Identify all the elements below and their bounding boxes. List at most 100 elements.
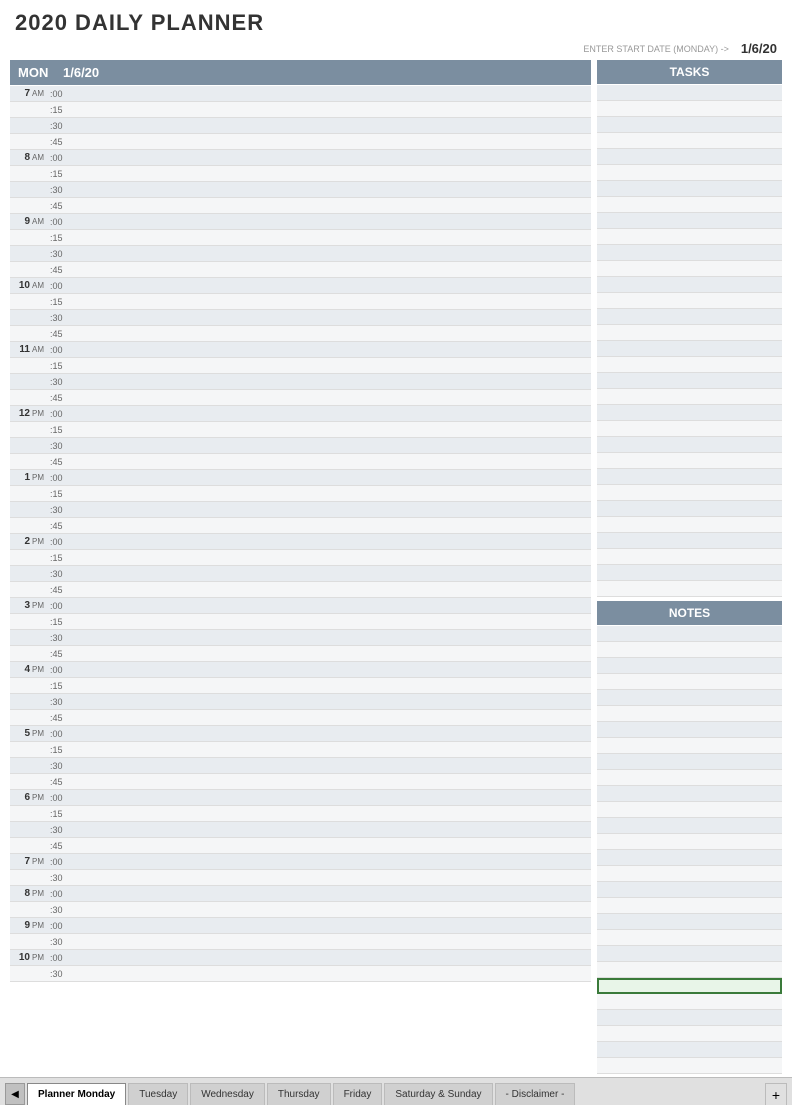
event-cell[interactable] xyxy=(72,950,591,965)
time-row[interactable]: 10AM:00 xyxy=(10,278,591,294)
event-cell[interactable] xyxy=(72,342,591,357)
notes-row[interactable] xyxy=(597,1042,782,1058)
task-row[interactable] xyxy=(597,181,782,197)
notes-row[interactable] xyxy=(597,994,782,1010)
time-row[interactable]: :30 xyxy=(10,966,591,982)
event-cell[interactable] xyxy=(72,774,591,789)
time-row[interactable]: :15 xyxy=(10,166,591,182)
task-row[interactable] xyxy=(597,117,782,133)
event-cell[interactable] xyxy=(72,582,591,597)
time-row[interactable]: 9AM:00 xyxy=(10,214,591,230)
event-cell[interactable] xyxy=(72,966,591,981)
time-row[interactable]: :45 xyxy=(10,326,591,342)
event-cell[interactable] xyxy=(72,454,591,469)
event-cell[interactable] xyxy=(72,230,591,245)
task-row[interactable] xyxy=(597,341,782,357)
event-cell[interactable] xyxy=(72,198,591,213)
task-row[interactable] xyxy=(597,373,782,389)
time-row[interactable]: :15 xyxy=(10,550,591,566)
event-cell[interactable] xyxy=(72,902,591,917)
event-cell[interactable] xyxy=(72,934,591,949)
time-row[interactable]: :30 xyxy=(10,118,591,134)
time-row[interactable]: 2PM:00 xyxy=(10,534,591,550)
time-row[interactable]: 7AM:00 xyxy=(10,86,591,102)
task-row[interactable] xyxy=(597,197,782,213)
time-row[interactable]: :45 xyxy=(10,262,591,278)
time-row[interactable]: :30 xyxy=(10,902,591,918)
time-row[interactable]: 10PM:00 xyxy=(10,950,591,966)
event-cell[interactable] xyxy=(72,294,591,309)
notes-row[interactable] xyxy=(597,658,782,674)
event-cell[interactable] xyxy=(72,630,591,645)
event-cell[interactable] xyxy=(72,566,591,581)
event-cell[interactable] xyxy=(72,838,591,853)
task-row[interactable] xyxy=(597,437,782,453)
time-row[interactable]: :30 xyxy=(10,246,591,262)
task-row[interactable] xyxy=(597,213,782,229)
tab-planner-monday[interactable]: Planner Monday xyxy=(27,1083,126,1105)
notes-row[interactable] xyxy=(597,946,782,962)
time-row[interactable]: :30 xyxy=(10,438,591,454)
time-row[interactable]: :45 xyxy=(10,454,591,470)
event-cell[interactable] xyxy=(72,806,591,821)
event-cell[interactable] xyxy=(72,102,591,117)
task-row[interactable] xyxy=(597,405,782,421)
time-row[interactable]: :45 xyxy=(10,390,591,406)
notes-row[interactable] xyxy=(597,962,782,978)
time-row[interactable]: :45 xyxy=(10,582,591,598)
time-row[interactable]: 6PM:00 xyxy=(10,790,591,806)
notes-row[interactable] xyxy=(597,754,782,770)
time-row[interactable]: :45 xyxy=(10,710,591,726)
event-cell[interactable] xyxy=(72,550,591,565)
event-cell[interactable] xyxy=(72,278,591,293)
task-row[interactable] xyxy=(597,165,782,181)
time-row[interactable]: 4PM:00 xyxy=(10,662,591,678)
task-row[interactable] xyxy=(597,309,782,325)
notes-row[interactable] xyxy=(597,978,782,994)
event-cell[interactable] xyxy=(72,182,591,197)
notes-row[interactable] xyxy=(597,866,782,882)
event-cell[interactable] xyxy=(72,614,591,629)
task-row[interactable] xyxy=(597,85,782,101)
event-cell[interactable] xyxy=(72,646,591,661)
start-date-value[interactable]: 1/6/20 xyxy=(741,41,777,56)
tab-saturday--sunday[interactable]: Saturday & Sunday xyxy=(384,1083,492,1105)
task-row[interactable] xyxy=(597,277,782,293)
event-cell[interactable] xyxy=(72,310,591,325)
time-row[interactable]: :15 xyxy=(10,230,591,246)
notes-row[interactable] xyxy=(597,930,782,946)
event-cell[interactable] xyxy=(72,214,591,229)
event-cell[interactable] xyxy=(72,742,591,757)
time-row[interactable]: :30 xyxy=(10,822,591,838)
event-cell[interactable] xyxy=(72,86,591,101)
task-row[interactable] xyxy=(597,261,782,277)
time-row[interactable]: :15 xyxy=(10,486,591,502)
notes-row[interactable] xyxy=(597,770,782,786)
event-cell[interactable] xyxy=(72,390,591,405)
tab-nav-prev[interactable]: ◀ xyxy=(5,1083,25,1105)
event-cell[interactable] xyxy=(72,710,591,725)
notes-row[interactable] xyxy=(597,706,782,722)
notes-row[interactable] xyxy=(597,626,782,642)
task-row[interactable] xyxy=(597,501,782,517)
event-cell[interactable] xyxy=(72,358,591,373)
event-cell[interactable] xyxy=(72,438,591,453)
task-row[interactable] xyxy=(597,293,782,309)
time-row[interactable]: :30 xyxy=(10,934,591,950)
time-row[interactable]: :30 xyxy=(10,310,591,326)
tab---disclaimer--[interactable]: - Disclaimer - xyxy=(495,1083,576,1105)
time-row[interactable]: 7PM:00 xyxy=(10,854,591,870)
task-row[interactable] xyxy=(597,453,782,469)
notes-row[interactable] xyxy=(597,818,782,834)
notes-row[interactable] xyxy=(597,1010,782,1026)
task-row[interactable] xyxy=(597,485,782,501)
event-cell[interactable] xyxy=(72,870,591,885)
time-row[interactable]: 3PM:00 xyxy=(10,598,591,614)
time-row[interactable]: :45 xyxy=(10,646,591,662)
event-cell[interactable] xyxy=(72,726,591,741)
event-cell[interactable] xyxy=(72,822,591,837)
task-row[interactable] xyxy=(597,549,782,565)
time-row[interactable]: :15 xyxy=(10,806,591,822)
notes-row[interactable] xyxy=(597,850,782,866)
notes-row[interactable] xyxy=(597,834,782,850)
